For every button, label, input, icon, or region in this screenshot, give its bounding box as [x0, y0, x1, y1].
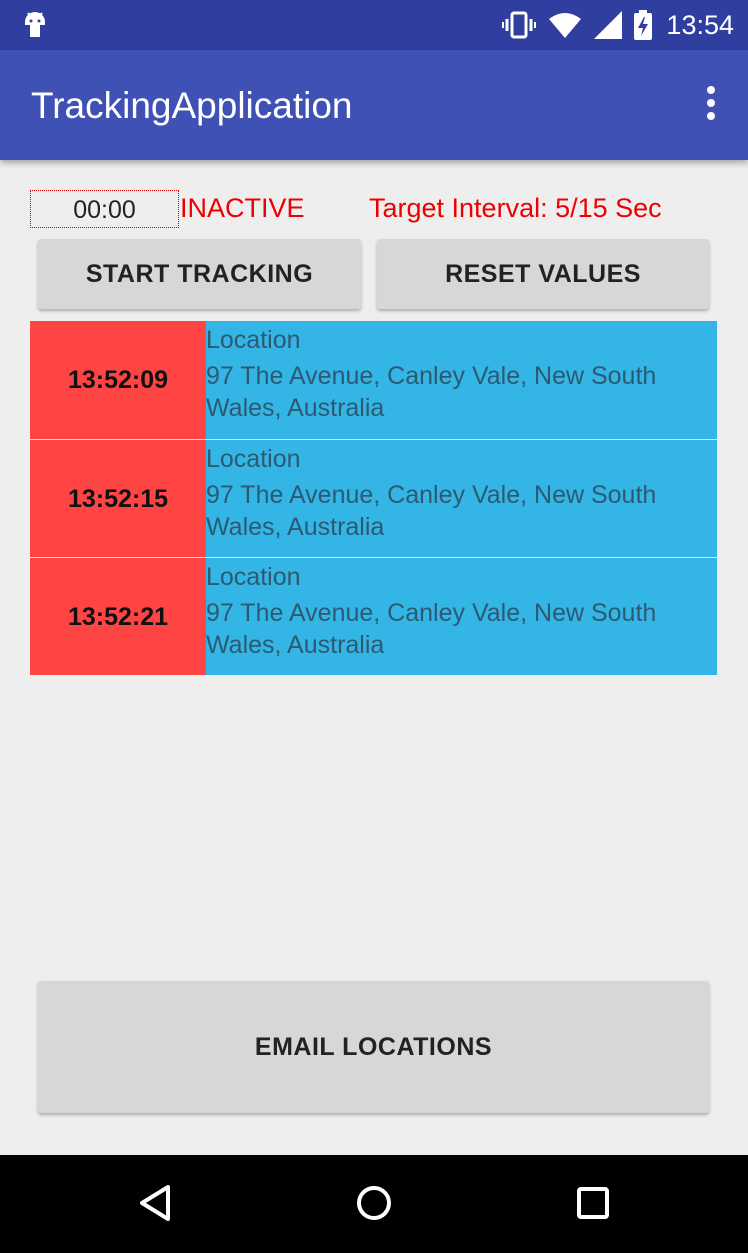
navigation-bar: [0, 1155, 748, 1253]
reset-values-button[interactable]: RESET VALUES: [377, 239, 709, 309]
location-address: 97 The Avenue, Canley Vale, New South Wa…: [206, 481, 657, 541]
list-item[interactable]: 13:52:15 Location 97 The Avenue, Canley …: [30, 439, 717, 557]
wifi-icon: [549, 13, 582, 38]
location-label: Location: [206, 445, 301, 473]
timer-display: 00:00: [30, 190, 179, 228]
tracking-status: INACTIVE: [180, 193, 305, 223]
location-info: Location 97 The Avenue, Canley Vale, New…: [206, 440, 717, 557]
android-icon: [25, 12, 45, 37]
recents-icon[interactable]: [573, 1183, 613, 1223]
email-locations-button[interactable]: EMAIL LOCATIONS: [38, 981, 709, 1113]
list-item[interactable]: 13:52:21 Location 97 The Avenue, Canley …: [30, 557, 717, 675]
start-tracking-button[interactable]: START TRACKING: [38, 239, 361, 309]
location-info: Location 97 The Avenue, Canley Vale, New…: [206, 558, 717, 675]
home-icon[interactable]: [354, 1183, 394, 1223]
target-interval: Target Interval: 5/15 Sec: [369, 193, 662, 223]
location-address: 97 The Avenue, Canley Vale, New South Wa…: [206, 362, 657, 422]
status-bar: 13:54: [0, 0, 748, 50]
location-label: Location: [206, 563, 301, 591]
list-item[interactable]: 13:52:09 Location 97 The Avenue, Canley …: [30, 321, 717, 439]
status-clock: 13:54: [666, 9, 734, 40]
vibrate-icon: [502, 11, 537, 39]
location-time: 13:52:09: [30, 321, 206, 439]
signal-icon: [594, 11, 623, 39]
app-bar: TrackingApplication: [0, 50, 748, 160]
location-time: 13:52:15: [30, 440, 206, 557]
more-vert-icon[interactable]: [704, 86, 718, 124]
location-time: 13:52:21: [30, 558, 206, 675]
location-info: Location 97 The Avenue, Canley Vale, New…: [206, 321, 717, 439]
battery-charging-icon: [634, 10, 653, 40]
location-list: 13:52:09 Location 97 The Avenue, Canley …: [30, 321, 717, 675]
location-label: Location: [206, 326, 301, 354]
status-icons: 13:54: [490, 8, 734, 42]
app-title: TrackingApplication: [31, 85, 353, 126]
location-address: 97 The Avenue, Canley Vale, New South Wa…: [206, 599, 657, 659]
back-icon[interactable]: [136, 1183, 176, 1223]
